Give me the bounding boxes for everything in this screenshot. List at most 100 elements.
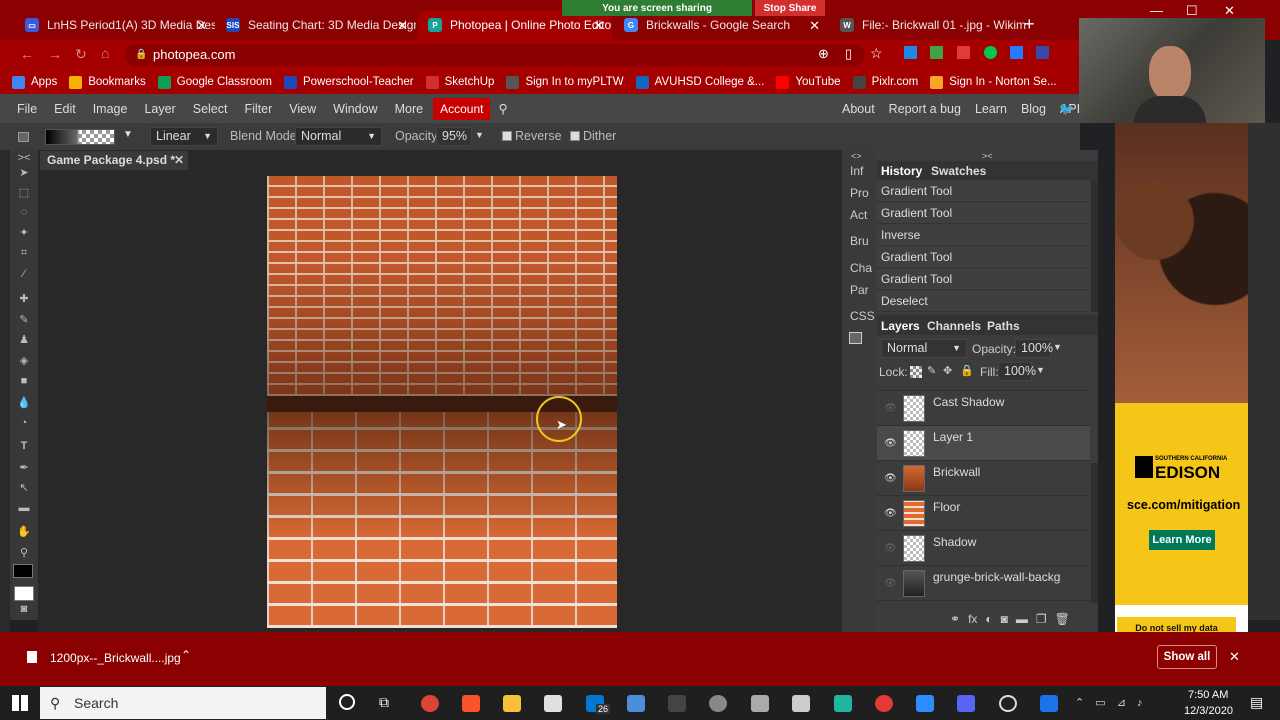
bookmark-item[interactable]: Pixlr.com: [852, 75, 918, 89]
menu-file[interactable]: File: [17, 102, 37, 116]
visibility-eye-icon[interactable]: 👁: [884, 508, 897, 519]
layer-opacity-input[interactable]: 100%: [1015, 339, 1053, 358]
extension-icon[interactable]: [904, 46, 917, 59]
blend-mode-select[interactable]: Normal ▼: [295, 127, 382, 146]
gradient-preview[interactable]: [45, 129, 115, 145]
link-report-a-bug[interactable]: Report a bug: [889, 102, 961, 116]
chevron-down-icon[interactable]: ▼: [1053, 342, 1062, 352]
layer-blend-select[interactable]: Normal ▼: [881, 339, 967, 358]
minimize-icon[interactable]: —: [1150, 3, 1163, 18]
close-tab-icon[interactable]: ✕: [196, 18, 207, 34]
folder-icon[interactable]: ▬: [1016, 612, 1028, 626]
image-panel-icon[interactable]: [849, 332, 862, 344]
bookmark-item[interactable]: YouTube: [776, 75, 841, 89]
notifications-icon[interactable]: ▤: [1250, 694, 1263, 711]
tab-channels[interactable]: Channels: [927, 319, 981, 333]
extension-icon[interactable]: [930, 46, 943, 59]
ad-image[interactable]: [1115, 123, 1248, 403]
eraser-tool-icon[interactable]: ◈: [17, 354, 31, 367]
shape-tool-icon[interactable]: ▬: [17, 502, 31, 514]
side-tab-act[interactable]: Act: [850, 208, 867, 222]
fill-input[interactable]: 100%: [998, 362, 1036, 381]
file-explorer-icon[interactable]: [503, 695, 521, 712]
quick-mask-icon[interactable]: ◙: [17, 603, 31, 615]
layer-row[interactable]: 👁 Cast Shadow: [877, 391, 1090, 426]
side-tab-bru[interactable]: Bru: [850, 234, 869, 248]
chevron-up-icon[interactable]: ⌃: [181, 648, 191, 662]
extension-icon[interactable]: [984, 46, 997, 59]
collapse-icon[interactable]: ><: [17, 152, 31, 164]
browser-tab[interactable]: SIS Seating Chart: 3D Media Design ✕: [216, 10, 416, 40]
app-icon[interactable]: [1040, 695, 1058, 712]
back-icon[interactable]: ←: [20, 46, 34, 62]
link-blog[interactable]: Blog: [1021, 102, 1046, 116]
dither-checkbox[interactable]: [570, 131, 580, 141]
tab-paths[interactable]: Paths: [987, 319, 1020, 333]
menu-layer[interactable]: Layer: [144, 102, 175, 116]
brave-icon[interactable]: [462, 695, 480, 712]
menu-view[interactable]: View: [289, 102, 316, 116]
layer-row[interactable]: 👁 Floor: [877, 496, 1090, 531]
close-tab-icon[interactable]: ✕: [809, 18, 820, 34]
discord-icon[interactable]: [957, 695, 975, 712]
layer-row[interactable]: 👁 Layer 1: [877, 426, 1090, 461]
bookmark-item[interactable]: Sign In to myPLTW: [506, 75, 624, 89]
show-all-button[interactable]: Show all: [1157, 645, 1217, 669]
delete-layer-icon[interactable]: 🗑: [1055, 612, 1070, 626]
app-icon[interactable]: [875, 695, 893, 712]
app-icon[interactable]: [834, 695, 852, 712]
bookmark-star-icon[interactable]: ☆: [870, 45, 883, 62]
acrobat-icon[interactable]: [668, 695, 686, 712]
calculator-icon[interactable]: [627, 695, 645, 712]
marquee-tool-icon[interactable]: ⬚: [17, 186, 31, 199]
eyedropper-icon[interactable]: ⁄: [17, 268, 31, 280]
app-icon[interactable]: [792, 695, 810, 712]
browser-tab[interactable]: ▭ LnHS Period1(A) 3D Media Desig ✕: [15, 10, 215, 40]
close-window-icon[interactable]: ✕: [1224, 3, 1235, 19]
layer-row[interactable]: 👁 Shadow: [877, 531, 1090, 566]
task-view-icon[interactable]: ⧉: [379, 694, 389, 711]
new-layer-icon[interactable]: ❐: [1036, 612, 1047, 626]
mask-icon[interactable]: ◙: [1001, 612, 1008, 626]
zoom-app-icon[interactable]: [916, 695, 934, 712]
magic-wand-icon[interactable]: ✦: [17, 226, 31, 239]
ad-panel[interactable]: SOUTHERN CALIFORNIA EDISON sce.com/mitig…: [1115, 403, 1248, 605]
side-tab-cha[interactable]: Cha: [850, 261, 872, 275]
bookmark-item[interactable]: Powerschool-Teacher: [283, 75, 414, 89]
tab-swatches[interactable]: Swatches: [931, 164, 986, 178]
side-tab-pro[interactable]: Pro: [850, 186, 869, 200]
browser-tab[interactable]: W File:- Brickwall 01 -.jpg - Wikimed: [830, 10, 1026, 40]
history-item[interactable]: Gradient Tool: [877, 181, 1090, 202]
account-button[interactable]: Account: [433, 97, 491, 120]
zoom-tool-icon[interactable]: ⚲: [17, 546, 31, 559]
clock-date[interactable]: 12/3/2020: [1184, 705, 1233, 717]
bookmark-item[interactable]: Bookmarks: [69, 75, 146, 89]
background-color-swatch[interactable]: [14, 586, 34, 601]
history-item[interactable]: Gradient Tool: [877, 269, 1090, 290]
maximize-icon[interactable]: ☐: [1186, 3, 1198, 19]
effects-icon[interactable]: fx: [968, 612, 977, 626]
page-icon[interactable]: ▯: [845, 46, 852, 62]
store-icon[interactable]: [544, 695, 562, 712]
stop-share-button[interactable]: Stop Share: [755, 0, 825, 16]
crop-tool-icon[interactable]: ⌗: [17, 247, 31, 260]
text-tool-icon[interactable]: T: [17, 440, 31, 452]
visibility-eye-icon[interactable]: 👁: [884, 578, 897, 589]
menu-more[interactable]: More: [395, 102, 423, 116]
bookmark-item[interactable]: Google Classroom: [157, 75, 272, 89]
history-item[interactable]: Gradient Tool: [877, 247, 1090, 268]
foreground-color-swatch[interactable]: [13, 564, 33, 578]
clock-time[interactable]: 7:50 AM: [1188, 689, 1228, 701]
side-tab-par[interactable]: Par: [850, 283, 869, 297]
dodge-tool-icon[interactable]: ◔: [17, 417, 31, 429]
ad-learn-more-button[interactable]: Learn More: [1149, 530, 1215, 550]
chrome-icon[interactable]: [421, 695, 439, 712]
link-learn[interactable]: Learn: [975, 102, 1007, 116]
layers-scrollbar[interactable]: [1091, 463, 1098, 603]
new-tab-icon[interactable]: +: [1024, 14, 1035, 35]
add-icon[interactable]: ⊕: [818, 46, 829, 62]
close-tab-icon[interactable]: ✕: [593, 18, 604, 34]
search-icon[interactable]: ⚲: [498, 101, 507, 116]
extension-icon[interactable]: [957, 46, 970, 59]
chevron-down-icon[interactable]: ▼: [475, 130, 484, 140]
